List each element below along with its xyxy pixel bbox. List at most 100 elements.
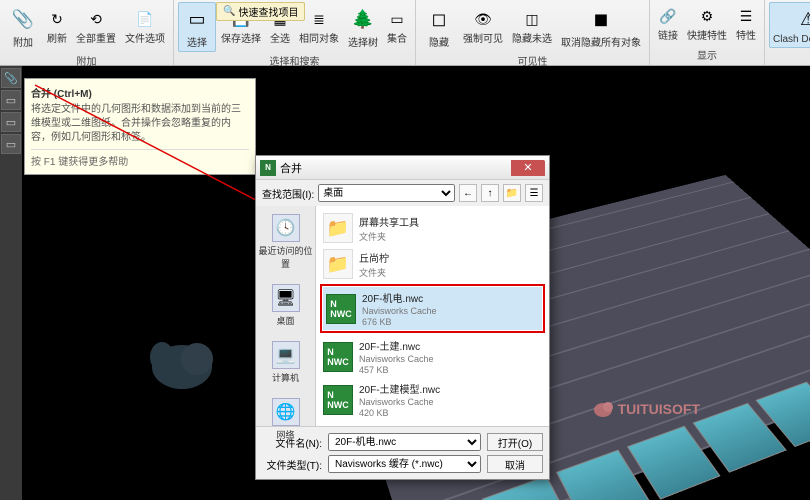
- text-watermark: TUITUISOFT: [592, 398, 700, 420]
- ribbon-刷新-button[interactable]: ↻刷新: [43, 2, 71, 52]
- button-label: 全部重置: [76, 30, 116, 45]
- place-icon: 🖥: [272, 284, 300, 312]
- cancel-button[interactable]: 取消: [487, 455, 543, 473]
- file-type: Navisworks Cache: [359, 354, 434, 364]
- file-item[interactable]: NNWC20F-土建模型.nwcNavisworks Cache420 KB: [320, 378, 545, 421]
- button-icon: 👁: [473, 9, 493, 29]
- navisworks-icon: N: [260, 160, 276, 176]
- file-name: 20F-机电.nwc: [362, 290, 437, 305]
- view-icon[interactable]: ☰: [525, 184, 543, 202]
- button-label: 隐藏未选: [512, 30, 552, 45]
- quick-find-hint[interactable]: 🔍 快速查找项目: [216, 2, 305, 21]
- file-name: 20F-土建模型.nwc: [359, 381, 440, 396]
- tooltip-help-hint: 按 F1 键获得更多帮助: [31, 149, 249, 168]
- ribbon-链接-button[interactable]: 🔗链接: [654, 2, 682, 46]
- button-label: 隐藏: [429, 34, 449, 49]
- button-icon: ⚙: [697, 6, 717, 26]
- file-size: 457 KB: [359, 365, 434, 375]
- search-icon: 🔍: [223, 6, 235, 17]
- button-label: 保存选择: [221, 30, 261, 45]
- file-item[interactable]: NNWC 20F-土建.nwcNavisworks Cache457 KB: [320, 335, 545, 378]
- ribbon-强制可见-button[interactable]: 👁强制可见: [459, 2, 507, 52]
- button-icon: ◻: [425, 5, 453, 33]
- button-icon: ◼: [587, 5, 615, 33]
- place-icon: 💻: [272, 341, 300, 369]
- button-icon: 🌲: [349, 5, 377, 33]
- button-label: 强制可见: [463, 30, 503, 45]
- ribbon-全部重置-button[interactable]: ⟲全部重置: [72, 2, 120, 52]
- place-桌面[interactable]: 🖥 桌面: [270, 282, 302, 329]
- sidebar-btn[interactable]: ▭: [1, 90, 21, 110]
- button-label: 文件选项: [125, 30, 165, 45]
- file-size: 420 KB: [359, 408, 440, 418]
- nwc-file-icon: NNWC: [323, 342, 353, 372]
- button-icon: ☰: [736, 6, 756, 26]
- file-item[interactable]: 📁丘尚柠文件夹: [320, 246, 545, 282]
- folder-icon: 📁: [323, 213, 353, 243]
- ribbon-隐藏未选-button[interactable]: ◫隐藏未选: [508, 2, 556, 52]
- button-icon: ≣: [309, 9, 329, 29]
- group-label: 显示: [654, 46, 760, 63]
- file-item[interactable]: NNWC20F-机电.nwcNavisworks Cache676 KB: [323, 287, 542, 330]
- ribbon-特性-button[interactable]: ☰特性: [732, 2, 760, 46]
- file-type: 文件夹: [359, 230, 419, 243]
- ribbon-选择-button[interactable]: ▭选择: [178, 2, 216, 52]
- button-icon: ⚠: [794, 5, 810, 33]
- place-最近访问的位置[interactable]: 🕓最近访问的位置: [256, 212, 315, 272]
- button-label: 链接: [658, 27, 678, 42]
- close-button[interactable]: ✕: [511, 160, 545, 176]
- button-label: 特性: [736, 27, 756, 42]
- ribbon-选择树-button[interactable]: 🌲选择树: [344, 2, 382, 52]
- button-icon: ↻: [47, 9, 67, 29]
- open-button[interactable]: 打开(O): [487, 433, 543, 451]
- elephant-watermark: [142, 327, 222, 400]
- tooltip-title: 合并 (Ctrl+M): [31, 85, 249, 100]
- up-icon[interactable]: ↑: [481, 184, 499, 202]
- lookin-label: 查找范围(I):: [262, 186, 314, 201]
- file-name: 20F-土建.nwc: [359, 338, 434, 353]
- place-label: 最近访问的位置: [258, 244, 313, 270]
- sidebar-btn[interactable]: ▭: [1, 134, 21, 154]
- button-label: 快捷特性: [687, 27, 727, 42]
- filetype-label: 文件类型(T):: [262, 457, 322, 472]
- filetype-dropdown[interactable]: Navisworks 缓存 (*.nwc): [328, 455, 481, 473]
- ribbon-隐藏-button[interactable]: ◻隐藏: [420, 2, 458, 52]
- newfolder-icon[interactable]: 📁: [503, 184, 521, 202]
- file-size: 676 KB: [362, 317, 437, 327]
- button-label: 附加: [13, 34, 33, 49]
- button-label: 刷新: [47, 30, 67, 45]
- file-type: Navisworks Cache: [359, 397, 440, 407]
- place-label: 计算机: [272, 371, 299, 384]
- folder-icon: 📁: [323, 249, 353, 279]
- ribbon-clash-detective-button[interactable]: ⚠Clash Detective: [769, 2, 810, 48]
- filename-field[interactable]: 20F-机电.nwc: [328, 433, 481, 451]
- place-计算机[interactable]: 💻 计算机: [270, 339, 302, 386]
- button-label: 选择树: [348, 34, 378, 49]
- lookin-dropdown[interactable]: 桌面: [318, 184, 455, 202]
- button-label: 取消隐藏所有对象: [561, 34, 641, 49]
- file-item[interactable]: 📁屏幕共享工具文件夹: [320, 210, 545, 246]
- button-icon: 📄: [135, 9, 155, 29]
- ribbon-取消隐藏所有对象-button[interactable]: ◼取消隐藏所有对象: [557, 2, 645, 52]
- button-icon: 📎: [9, 5, 37, 33]
- button-icon: ◫: [522, 9, 542, 29]
- file-list[interactable]: 📁屏幕共享工具文件夹📁丘尚柠文件夹NNWC20F-机电.nwcNaviswork…: [316, 206, 549, 426]
- button-label: Clash Detective: [773, 34, 810, 45]
- sidebar-btn[interactable]: ▭: [1, 112, 21, 132]
- ribbon-文件选项-button[interactable]: 📄文件选项: [121, 2, 169, 52]
- ribbon-快捷特性-button[interactable]: ⚙快捷特性: [683, 2, 731, 46]
- ribbon-集合-button[interactable]: ▭集合: [383, 2, 411, 52]
- file-type: 文件夹: [359, 266, 389, 279]
- place-icon: 🕓: [272, 214, 300, 242]
- merge-tooltip: 合并 (Ctrl+M) 将选定文件中的几何图形和数据添加到当前的三维模型或二维图…: [24, 78, 256, 175]
- button-label: 相同对象: [299, 30, 339, 45]
- place-icon: 🌐: [272, 398, 300, 426]
- place-label: 桌面: [276, 314, 294, 327]
- tooltip-body: 将选定文件中的几何图形和数据添加到当前的三维模型或二维图纸。合并操作会忽略重复的…: [31, 103, 249, 145]
- dialog-titlebar[interactable]: N 合并 ✕: [256, 156, 549, 180]
- dialog-footer: 文件名(N): 20F-机电.nwc 打开(O) 文件类型(T): Navisw…: [256, 426, 549, 479]
- sidebar-append-button[interactable]: 📎: [1, 68, 21, 88]
- ribbon-toolbar: 📎附加↻刷新⟲全部重置📄文件选项附加▭选择💾保存选择▦全选≣相同对象🌲选择树▭集…: [0, 0, 810, 66]
- back-icon[interactable]: ←: [459, 184, 477, 202]
- ribbon-附加-button[interactable]: 📎附加: [4, 2, 42, 52]
